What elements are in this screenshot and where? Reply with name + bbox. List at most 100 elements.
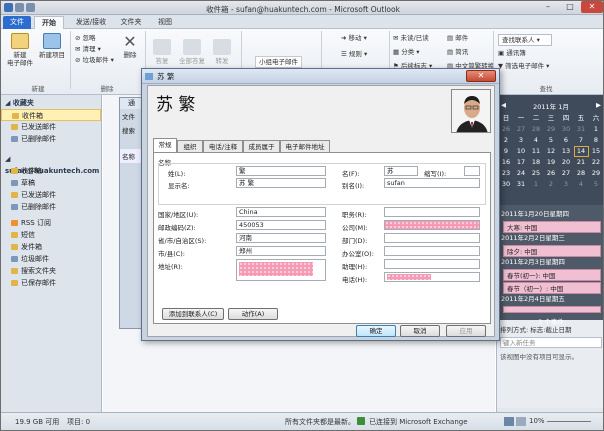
calendar-day[interactable]: 5 — [544, 135, 559, 146]
phone-field[interactable] — [384, 272, 480, 282]
close-button[interactable]: ✕ — [581, 1, 603, 13]
calendar-day[interactable]: 26 — [544, 168, 559, 179]
prev-month-button[interactable]: ◀ — [501, 101, 506, 111]
nav-fav-inbox[interactable]: 收件箱 — [1, 109, 101, 121]
exchange-status-text[interactable]: 已连接到 Microsoft Exchange — [369, 417, 468, 427]
appointment-item[interactable]: 大寒: 中国 — [503, 221, 601, 233]
calendar-day[interactable]: 2 — [499, 135, 514, 146]
next-month-button[interactable]: ▶ — [596, 101, 601, 111]
cancel-button[interactable]: 取消 — [400, 325, 440, 337]
tab-phone-notes[interactable]: 电话/注释 — [203, 140, 243, 152]
address-field[interactable] — [236, 259, 326, 281]
calendar-day[interactable]: 4 — [529, 135, 544, 146]
calendar-day[interactable]: 25 — [529, 168, 544, 179]
calendar-day[interactable]: 5 — [589, 179, 604, 190]
calendar-day[interactable]: 18 — [529, 157, 544, 168]
unread-read-button[interactable]: ✉ 未读/已读 — [393, 33, 429, 43]
country-field[interactable]: China — [236, 207, 326, 217]
tab-home[interactable]: 开始 — [34, 16, 64, 29]
view-reading-icon[interactable] — [516, 417, 526, 426]
calendar-day[interactable]: 27 — [514, 124, 529, 135]
minimize-button[interactable]: – — [537, 1, 559, 13]
calendar-day[interactable]: 3 — [559, 179, 574, 190]
calendar-day[interactable]: 15 — [589, 146, 604, 157]
department-field[interactable] — [384, 233, 480, 243]
find-contact-box[interactable]: 查找联系人 ▾ — [498, 34, 552, 46]
tab-member-of[interactable]: 成员属于 — [243, 140, 280, 152]
calendar-day[interactable]: 29 — [544, 124, 559, 135]
office-field[interactable] — [384, 246, 480, 256]
appointment-item[interactable]: 春节(初一): 中国 — [503, 269, 601, 281]
appointment-item[interactable] — [503, 306, 601, 313]
small-button-mail[interactable]: ▤ 邮件 — [447, 33, 468, 43]
calendar-day[interactable]: 19 — [544, 157, 559, 168]
calendar-day[interactable]: 20 — [559, 157, 574, 168]
calendar-day[interactable]: 8 — [589, 135, 604, 146]
view-normal-icon[interactable] — [504, 417, 514, 426]
calendar-day[interactable]: 24 — [514, 168, 529, 179]
calendar-day[interactable]: 30 — [559, 124, 574, 135]
nav-fav-deleted[interactable]: 已删除邮件 — [1, 133, 101, 145]
nav-deleted[interactable]: 已删除邮件 — [1, 201, 101, 213]
calendar-day[interactable]: 17 — [514, 157, 529, 168]
calendar-day[interactable]: 9 — [499, 146, 514, 157]
calendar-day[interactable]: 28 — [574, 168, 589, 179]
task-arrange-label[interactable]: 排列方式: 标志:截止日期 — [500, 324, 602, 334]
calendar-day[interactable]: 26 — [499, 124, 514, 135]
address-book-button[interactable]: ▣ 通讯簿 — [498, 48, 526, 58]
tab-organization[interactable]: 组织 — [177, 140, 203, 152]
appointment-item[interactable]: 除夕: 中国 — [503, 245, 601, 257]
first-name-field[interactable]: 苏 — [384, 166, 418, 176]
delete-button[interactable]: ✕ 删除 — [118, 33, 142, 60]
calendar-day[interactable]: 22 — [589, 157, 604, 168]
calendar-day[interactable]: 30 — [499, 179, 514, 190]
alias-field[interactable]: sufan — [384, 178, 480, 188]
calendar-day[interactable]: 11 — [529, 146, 544, 157]
initials-field[interactable] — [464, 166, 480, 176]
tab-general[interactable]: 常规 — [153, 138, 177, 152]
new-email-button[interactable]: 新建 电子邮件 — [4, 33, 36, 67]
calendar-day[interactable]: 3 — [514, 135, 529, 146]
calendar-day[interactable]: 23 — [499, 168, 514, 179]
tab-file[interactable]: 文件 — [3, 16, 31, 29]
nav-rss[interactable]: RSS 订阅 — [1, 217, 101, 229]
calendar-day[interactable]: 16 — [499, 157, 514, 168]
job-title-field[interactable] — [384, 207, 480, 217]
calendar-day[interactable]: 31 — [514, 179, 529, 190]
categorize-button[interactable]: ▦ 分类 ▾ — [393, 47, 420, 57]
tab-email-addresses[interactable]: 电子邮件地址 — [280, 140, 330, 152]
favorites-header[interactable]: ◢ 收藏夹 — [1, 97, 101, 109]
actions-button[interactable]: 动作(A) — [228, 308, 278, 320]
nav-saved[interactable]: 已保存邮件 — [1, 277, 101, 289]
calendar-day[interactable]: 12 — [544, 146, 559, 157]
calendar-day[interactable]: 28 — [529, 124, 544, 135]
forward-button[interactable]: 转发 — [209, 39, 235, 65]
company-field-redacted[interactable] — [384, 220, 480, 230]
zip-field[interactable]: 450053 — [236, 220, 326, 230]
calendar-day[interactable]: 2 — [544, 179, 559, 190]
nav-inbox[interactable]: 收件箱 — [1, 165, 101, 177]
zoom-slider[interactable] — [547, 421, 591, 422]
assistant-field[interactable] — [384, 259, 480, 269]
city-field[interactable]: 郑州 — [236, 246, 326, 256]
reply-all-button[interactable]: 全部答复 — [177, 39, 207, 65]
calendar-day[interactable]: 10 — [514, 146, 529, 157]
quick-step-team-email[interactable]: 小组电子邮件 — [255, 56, 302, 68]
add-to-contacts-button[interactable]: 添加到联系人(C) — [162, 308, 224, 320]
rules-button[interactable]: ☰ 规则 ▾ — [341, 49, 367, 59]
nav-fav-sent[interactable]: 已发送邮件 — [1, 121, 101, 133]
tab-view[interactable]: 视图 — [151, 16, 179, 29]
nav-junk[interactable]: 垃圾邮件 — [1, 253, 101, 265]
ignore-button[interactable]: ⊘ 忽略 — [75, 33, 96, 43]
cleanup-button[interactable]: ✉ 清理 ▾ — [75, 44, 101, 54]
new-task-input[interactable]: 键入新任务 — [500, 337, 602, 348]
small-button-brief[interactable]: ▤ 简讯 — [447, 47, 468, 57]
account-header[interactable]: ◢ sufan@huakuntech.com — [1, 153, 101, 175]
nav-sent[interactable]: 已发送邮件 — [1, 189, 101, 201]
new-items-button[interactable]: 新建项目 — [37, 33, 67, 59]
calendar-day[interactable]: 31 — [574, 124, 589, 135]
calendar-day[interactable]: 21 — [574, 157, 589, 168]
appointment-item[interactable]: 春节（初一）: 中国 — [503, 282, 601, 294]
junk-button[interactable]: ⊘ 垃圾邮件 ▾ — [75, 55, 114, 65]
calendar-day[interactable]: 6 — [559, 135, 574, 146]
